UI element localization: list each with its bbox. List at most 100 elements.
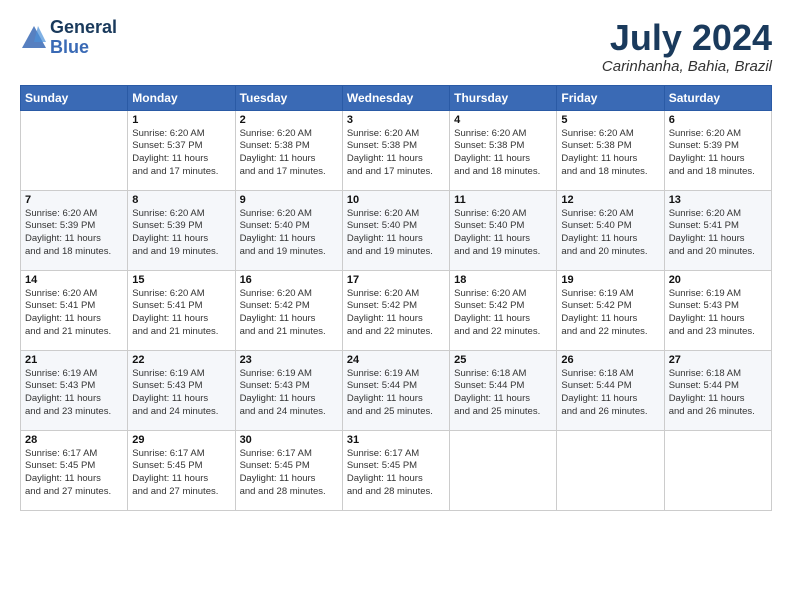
day-number: 9 [240,194,338,206]
day-number: 20 [669,274,767,286]
calendar-cell: 6 Sunrise: 6:20 AMSunset: 5:39 PMDaylight… [664,110,771,190]
day-info: Sunrise: 6:20 AMSunset: 5:41 PMDaylight:… [132,288,230,339]
calendar-cell: 7 Sunrise: 6:20 AMSunset: 5:39 PMDaylight… [21,190,128,270]
calendar-cell: 15 Sunrise: 6:20 AMSunset: 5:41 PMDayligh… [128,270,235,350]
calendar-page: General Blue July 2024 Carinhanha, Bahia… [0,0,792,612]
day-number: 22 [132,354,230,366]
day-number: 4 [454,114,552,126]
day-info: Sunrise: 6:19 AMSunset: 5:44 PMDaylight:… [347,368,445,419]
calendar-cell: 29 Sunrise: 6:17 AMSunset: 5:45 PMDayligh… [128,430,235,510]
day-number: 26 [561,354,659,366]
day-info: Sunrise: 6:17 AMSunset: 5:45 PMDaylight:… [240,448,338,499]
calendar-table: SundayMondayTuesdayWednesdayThursdayFrid… [20,85,772,511]
day-info: Sunrise: 6:17 AMSunset: 5:45 PMDaylight:… [132,448,230,499]
day-info: Sunrise: 6:20 AMSunset: 5:42 PMDaylight:… [347,288,445,339]
calendar-cell [450,430,557,510]
day-info: Sunrise: 6:18 AMSunset: 5:44 PMDaylight:… [454,368,552,419]
calendar-cell: 28 Sunrise: 6:17 AMSunset: 5:45 PMDayligh… [21,430,128,510]
day-info: Sunrise: 6:19 AMSunset: 5:43 PMDaylight:… [669,288,767,339]
day-info: Sunrise: 6:19 AMSunset: 5:42 PMDaylight:… [561,288,659,339]
day-info: Sunrise: 6:17 AMSunset: 5:45 PMDaylight:… [347,448,445,499]
day-number: 15 [132,274,230,286]
day-number: 23 [240,354,338,366]
day-info: Sunrise: 6:20 AMSunset: 5:42 PMDaylight:… [454,288,552,339]
calendar-cell: 11 Sunrise: 6:20 AMSunset: 5:40 PMDayligh… [450,190,557,270]
day-number: 30 [240,434,338,446]
day-number: 25 [454,354,552,366]
day-number: 27 [669,354,767,366]
day-number: 6 [669,114,767,126]
day-number: 29 [132,434,230,446]
calendar-cell: 24 Sunrise: 6:19 AMSunset: 5:44 PMDayligh… [342,350,449,430]
calendar-cell: 8 Sunrise: 6:20 AMSunset: 5:39 PMDaylight… [128,190,235,270]
calendar-cell: 30 Sunrise: 6:17 AMSunset: 5:45 PMDayligh… [235,430,342,510]
calendar-cell: 14Sunrise: 6:20 AMSunset: 5:41 PMDayligh… [21,270,128,350]
calendar-cell: 3 Sunrise: 6:20 AMSunset: 5:38 PMDaylight… [342,110,449,190]
calendar-cell: 4 Sunrise: 6:20 AMSunset: 5:38 PMDaylight… [450,110,557,190]
day-info: Sunrise: 6:20 AMSunset: 5:37 PMDaylight:… [132,128,230,179]
day-info: Sunrise: 6:20 AMSunset: 5:40 PMDaylight:… [561,208,659,259]
logo: General Blue [20,18,117,58]
day-number: 11 [454,194,552,206]
location: Carinhanha, Bahia, Brazil [602,58,772,75]
day-info: Sunrise: 6:19 AMSunset: 5:43 PMDaylight:… [132,368,230,419]
calendar-cell: 2 Sunrise: 6:20 AMSunset: 5:38 PMDaylight… [235,110,342,190]
day-number: 3 [347,114,445,126]
calendar-cell: 12Sunrise: 6:20 AMSunset: 5:40 PMDayligh… [557,190,664,270]
calendar-cell: 19Sunrise: 6:19 AMSunset: 5:42 PMDayligh… [557,270,664,350]
day-info: Sunrise: 6:20 AMSunset: 5:39 PMDaylight:… [132,208,230,259]
calendar-cell: 18 Sunrise: 6:20 AMSunset: 5:42 PMDayligh… [450,270,557,350]
calendar-cell: 10Sunrise: 6:20 AMSunset: 5:40 PMDayligh… [342,190,449,270]
calendar-cell: 25 Sunrise: 6:18 AMSunset: 5:44 PMDayligh… [450,350,557,430]
day-info: Sunrise: 6:17 AMSunset: 5:45 PMDaylight:… [25,448,123,499]
day-info: Sunrise: 6:18 AMSunset: 5:44 PMDaylight:… [669,368,767,419]
calendar-week-5: 28 Sunrise: 6:17 AMSunset: 5:45 PMDayligh… [21,430,772,510]
calendar-cell [664,430,771,510]
day-info: Sunrise: 6:20 AMSunset: 5:40 PMDaylight:… [454,208,552,259]
col-header-wednesday: Wednesday [342,85,449,110]
calendar-header-row: SundayMondayTuesdayWednesdayThursdayFrid… [21,85,772,110]
day-number: 5 [561,114,659,126]
logo-general: General [50,18,117,38]
logo-icon [20,24,48,52]
calendar-week-4: 21 Sunrise: 6:19 AMSunset: 5:43 PMDayligh… [21,350,772,430]
col-header-monday: Monday [128,85,235,110]
calendar-week-1: 1 Sunrise: 6:20 AMSunset: 5:37 PMDaylight… [21,110,772,190]
day-info: Sunrise: 6:18 AMSunset: 5:44 PMDaylight:… [561,368,659,419]
calendar-cell: 31 Sunrise: 6:17 AMSunset: 5:45 PMDayligh… [342,430,449,510]
day-number: 14 [25,274,123,286]
header: General Blue July 2024 Carinhanha, Bahia… [20,18,772,75]
day-number: 2 [240,114,338,126]
calendar-cell: 21Sunrise: 6:19 AMSunset: 5:43 PMDayligh… [21,350,128,430]
day-number: 1 [132,114,230,126]
calendar-cell: 17 Sunrise: 6:20 AMSunset: 5:42 PMDayligh… [342,270,449,350]
day-info: Sunrise: 6:20 AMSunset: 5:38 PMDaylight:… [347,128,445,179]
calendar-cell: 20 Sunrise: 6:19 AMSunset: 5:43 PMDayligh… [664,270,771,350]
calendar-cell: 27 Sunrise: 6:18 AMSunset: 5:44 PMDayligh… [664,350,771,430]
calendar-cell: 5Sunrise: 6:20 AMSunset: 5:38 PMDaylight… [557,110,664,190]
day-number: 8 [132,194,230,206]
day-number: 17 [347,274,445,286]
day-number: 13 [669,194,767,206]
calendar-cell: 16Sunrise: 6:20 AMSunset: 5:42 PMDayligh… [235,270,342,350]
day-number: 7 [25,194,123,206]
day-number: 18 [454,274,552,286]
col-header-friday: Friday [557,85,664,110]
calendar-cell [21,110,128,190]
day-number: 24 [347,354,445,366]
day-number: 28 [25,434,123,446]
day-number: 16 [240,274,338,286]
day-info: Sunrise: 6:20 AMSunset: 5:39 PMDaylight:… [669,128,767,179]
day-info: Sunrise: 6:20 AMSunset: 5:39 PMDaylight:… [25,208,123,259]
day-number: 21 [25,354,123,366]
day-info: Sunrise: 6:20 AMSunset: 5:38 PMDaylight:… [240,128,338,179]
day-info: Sunrise: 6:20 AMSunset: 5:38 PMDaylight:… [454,128,552,179]
day-number: 31 [347,434,445,446]
calendar-cell: 1 Sunrise: 6:20 AMSunset: 5:37 PMDaylight… [128,110,235,190]
calendar-cell [557,430,664,510]
logo-blue: Blue [50,38,117,58]
day-info: Sunrise: 6:20 AMSunset: 5:40 PMDaylight:… [347,208,445,259]
calendar-cell: 23Sunrise: 6:19 AMSunset: 5:43 PMDayligh… [235,350,342,430]
calendar-week-3: 14 Sunrise: 6:20 AMSunset: 5:41 PMDayligh… [21,270,772,350]
calendar-cell: 26 Sunrise: 6:18 AMSunset: 5:44 PMDayligh… [557,350,664,430]
